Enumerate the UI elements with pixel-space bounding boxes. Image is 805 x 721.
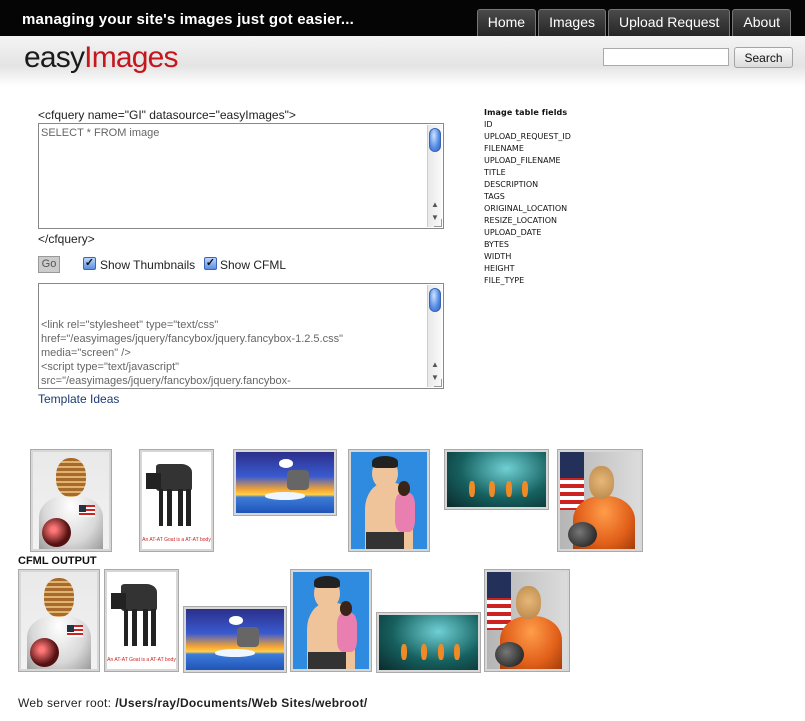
cfquery-close-tag: </cfquery> xyxy=(38,232,95,246)
field-item: BYTES xyxy=(484,240,509,249)
cfml-output-label: CFML OUTPUT xyxy=(18,555,97,567)
template-textarea[interactable]: <link rel="stylesheet" type="text/css" h… xyxy=(38,283,444,389)
scene-image[interactable] xyxy=(447,452,546,507)
main-nav: Home Images Upload Request About xyxy=(475,9,791,36)
thumbnail-atat[interactable]: An AT-AT Goat is a AT-AT body xyxy=(104,569,179,672)
resize-grip-icon[interactable] xyxy=(434,219,442,227)
image-table-fields: Image table fields ID UPLOAD_REQUEST_ID … xyxy=(484,107,571,287)
cfquery-open-tag: <cfquery name="GI" datasource="easyImage… xyxy=(38,108,296,122)
pancake-astronaut-image[interactable] xyxy=(33,452,109,549)
comic-image[interactable] xyxy=(186,609,284,670)
field-item: DESCRIPTION xyxy=(484,180,539,189)
sql-query-textarea[interactable]: SELECT * FROM image ▲ ▼ xyxy=(38,123,444,229)
scrollbar-thumb[interactable] xyxy=(429,128,441,152)
atat-image[interactable]: An AT-AT Goat is a AT-AT body xyxy=(107,572,176,669)
scroll-up-arrow-icon[interactable]: ▲ xyxy=(428,198,442,211)
field-item: UPLOAD_DATE xyxy=(484,228,542,237)
search-button[interactable]: Search xyxy=(734,47,793,68)
field-item: ID xyxy=(484,120,493,129)
man-with-doll-image[interactable] xyxy=(293,572,369,669)
site-tagline: managing your site's images just got eas… xyxy=(22,11,355,28)
show-thumbnails-checkbox[interactable]: ✓ xyxy=(83,257,96,270)
logo-text-images: Images xyxy=(84,41,178,74)
thumbnail-comic[interactable] xyxy=(183,606,287,673)
man-with-doll-image[interactable] xyxy=(351,452,427,549)
resize-grip-icon[interactable] xyxy=(434,379,442,387)
search-input[interactable] xyxy=(603,48,729,66)
show-cfml-checkbox[interactable]: ✓ xyxy=(204,257,217,270)
web-server-root-path: /Users/ray/Documents/Web Sites/webroot/ xyxy=(115,696,368,710)
nav-about[interactable]: About xyxy=(732,9,791,36)
field-item: TITLE xyxy=(484,168,506,177)
thumbnail-man-with-doll[interactable] xyxy=(290,569,372,672)
field-item: HEIGHT xyxy=(484,264,515,273)
template-ideas-link[interactable]: Template Ideas xyxy=(38,392,119,406)
web-server-root: Web server root:/Users/ray/Documents/Web… xyxy=(18,696,368,710)
thumbnail-scene[interactable] xyxy=(376,612,481,673)
scene-image[interactable] xyxy=(379,615,478,670)
thumbnail-cat-astronaut[interactable] xyxy=(557,449,643,552)
field-item: FILENAME xyxy=(484,144,524,153)
logo-text-easy: easy xyxy=(24,41,85,74)
field-item: ORIGINAL_LOCATION xyxy=(484,204,568,213)
atat-caption: An AT-AT Goat is a AT-AT body xyxy=(142,537,211,544)
thumbnail-scene[interactable] xyxy=(444,449,549,510)
show-cfml-label[interactable]: Show CFML xyxy=(220,258,286,272)
nav-home[interactable]: Home xyxy=(476,9,537,36)
thumbnail-pancake-astronaut[interactable] xyxy=(18,569,100,672)
template-code[interactable]: <link rel="stylesheet" type="text/css" h… xyxy=(41,318,425,388)
sql-scrollbar[interactable]: ▲ ▼ xyxy=(427,125,442,227)
field-item: UPLOAD_FILENAME xyxy=(484,156,561,165)
go-button[interactable]: Go xyxy=(38,256,60,273)
atat-caption: An AT-AT Goat is a AT-AT body xyxy=(107,657,176,664)
thumbnail-comic[interactable] xyxy=(233,449,337,516)
field-item: RESIZE_LOCATION xyxy=(484,216,558,225)
field-item: FILE_TYPE xyxy=(484,276,525,285)
pancake-astronaut-image[interactable] xyxy=(21,572,97,669)
template-scrollbar[interactable]: ▲ ▼ xyxy=(427,285,442,387)
thumbnail-pancake-astronaut[interactable] xyxy=(30,449,112,552)
thumbnail-cat-astronaut[interactable] xyxy=(484,569,570,672)
scrollbar-thumb[interactable] xyxy=(429,288,441,312)
show-thumbnails-label[interactable]: Show Thumbnails xyxy=(100,258,195,272)
field-item: UPLOAD_REQUEST_ID xyxy=(484,132,571,141)
nav-upload-request[interactable]: Upload Request xyxy=(608,9,731,36)
cat-astronaut-image[interactable] xyxy=(487,572,567,669)
thumbnail-man-with-doll[interactable] xyxy=(348,449,430,552)
top-bar: managing your site's images just got eas… xyxy=(0,0,805,36)
atat-image[interactable]: An AT-AT Goat is a AT-AT body xyxy=(142,452,211,549)
comic-image[interactable] xyxy=(236,452,334,513)
nav-images[interactable]: Images xyxy=(538,9,606,36)
field-item: WIDTH xyxy=(484,252,512,261)
web-server-root-label: Web server root: xyxy=(18,696,112,710)
site-logo[interactable]: easyImages xyxy=(24,41,179,75)
thumbnail-atat[interactable]: An AT-AT Goat is a AT-AT body xyxy=(139,449,214,552)
field-item: TAGS xyxy=(484,192,505,201)
scroll-up-arrow-icon[interactable]: ▲ xyxy=(428,358,442,371)
cat-astronaut-image[interactable] xyxy=(560,452,640,549)
sql-query-text[interactable]: SELECT * FROM image xyxy=(41,126,425,140)
site-header: easyImages Search xyxy=(0,36,805,86)
fields-title: Image table fields xyxy=(484,108,568,117)
